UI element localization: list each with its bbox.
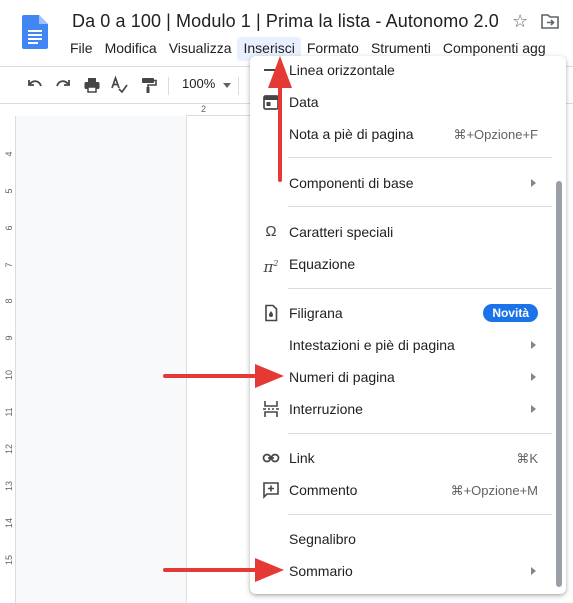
ruler-number: 13	[4, 480, 14, 491]
menu-item-label: Linea orizzontale	[289, 62, 395, 78]
horizontal-line-icon	[264, 69, 278, 71]
keyboard-shortcut: ⌘+Opzione+F	[453, 127, 538, 142]
add-comment-icon	[263, 482, 279, 499]
menu-item-equazione[interactable]: π2 Equazione	[250, 250, 566, 278]
ruler-number: 15	[4, 554, 14, 565]
paint-format-icon[interactable]	[139, 76, 157, 94]
menu-item-intestazioni-e-pie-di-pagina[interactable]: Intestazioni e piè di pagina	[250, 331, 566, 359]
menu-item-filigrana[interactable]: Filigrana Novità	[250, 299, 566, 327]
menu-item-linea-orizzontale[interactable]: Linea orizzontale	[250, 56, 566, 84]
vertical-ruler[interactable]: 4 5 6 7 8 9 10 11 12 13 14 15	[0, 116, 16, 603]
menu-visualizza[interactable]: Visualizza	[163, 37, 238, 61]
submenu-arrow-icon	[531, 179, 536, 187]
menu-item-label: Caratteri speciali	[289, 224, 394, 240]
menu-item-label: Interruzione	[289, 401, 363, 417]
menu-item-label: Filigrana	[289, 305, 343, 321]
menu-divider	[288, 206, 552, 207]
menu-divider	[288, 157, 552, 158]
menu-file[interactable]: File	[64, 37, 99, 61]
menu-scrollbar[interactable]	[556, 181, 562, 587]
print-icon[interactable]	[83, 76, 101, 94]
menu-item-numeri-di-pagina[interactable]: Numeri di pagina	[250, 363, 566, 391]
chevron-down-icon[interactable]	[223, 83, 231, 88]
menu-item-segnalibro[interactable]: Segnalibro	[250, 525, 566, 553]
menu-item-label: Componenti di base	[289, 175, 414, 191]
menu-item-caratteri-speciali[interactable]: Ω Caratteri speciali	[250, 218, 566, 246]
calendar-icon	[263, 95, 279, 110]
menu-divider	[288, 514, 552, 515]
ruler-number: 12	[4, 443, 14, 454]
submenu-arrow-icon	[531, 405, 536, 413]
toolbar-divider	[168, 77, 169, 95]
menu-item-label: Equazione	[289, 256, 356, 272]
menu-item-label: Nota a piè di pagina	[289, 126, 414, 142]
move-to-folder-icon[interactable]	[541, 13, 559, 29]
menu-modifica[interactable]: Modifica	[99, 37, 163, 61]
ruler-number: 11	[4, 407, 14, 417]
ruler-number: 5	[4, 188, 14, 194]
menu-item-data[interactable]: Data	[250, 88, 566, 116]
star-outline-icon[interactable]: ☆	[512, 11, 528, 32]
menu-divider	[288, 433, 552, 434]
ruler-number: 6	[4, 225, 14, 231]
ruler-number: 8	[4, 298, 14, 304]
menu-item-label: Segnalibro	[289, 531, 356, 547]
redo-icon[interactable]	[54, 76, 72, 94]
ruler-number: 7	[4, 262, 14, 268]
menu-item-interruzione[interactable]: Interruzione	[250, 395, 566, 423]
document-title[interactable]: Da 0 a 100 | Modulo 1 | Prima la lista -…	[72, 11, 499, 32]
google-docs-logo-icon[interactable]	[22, 15, 48, 49]
menu-item-label: Link	[289, 450, 315, 466]
menu-divider	[288, 288, 552, 289]
menu-item-label: Data	[289, 94, 319, 110]
submenu-arrow-icon	[531, 341, 536, 349]
ruler-number: 9	[4, 335, 14, 341]
toolbar-divider	[238, 77, 239, 95]
undo-icon[interactable]	[26, 76, 44, 94]
omega-icon: Ω	[265, 223, 277, 240]
menu-item-sommario[interactable]: Sommario	[250, 557, 566, 585]
menu-item-label: Commento	[289, 482, 358, 498]
insert-menu-dropdown: Linea orizzontale Data Nota a piè di pag…	[250, 56, 566, 594]
menu-item-label: Intestazioni e piè di pagina	[289, 337, 455, 353]
menu-item-link[interactable]: Link ⌘K	[250, 444, 566, 472]
keyboard-shortcut: ⌘K	[516, 451, 538, 466]
menu-item-commento[interactable]: Commento ⌘+Opzione+M	[250, 476, 566, 504]
submenu-arrow-icon	[531, 373, 536, 381]
ruler-number: 4	[4, 151, 14, 157]
ruler-number: 14	[4, 517, 14, 528]
zoom-select[interactable]: 100%	[182, 76, 215, 91]
ruler-number: 2	[201, 104, 207, 114]
menu-item-label: Numeri di pagina	[289, 369, 395, 385]
watermark-icon	[265, 304, 278, 322]
ruler-number: 10	[4, 369, 14, 380]
pi-squared-icon: π2	[263, 258, 279, 276]
new-badge: Novità	[483, 304, 538, 322]
menu-item-nota-a-pie-di-pagina[interactable]: Nota a piè di pagina ⌘+Opzione+F	[250, 120, 566, 148]
keyboard-shortcut: ⌘+Opzione+M	[450, 483, 538, 498]
menu-item-componenti-di-base[interactable]: Componenti di base	[250, 169, 566, 197]
submenu-arrow-icon	[531, 567, 536, 575]
menu-item-label: Sommario	[289, 563, 353, 579]
link-icon	[262, 453, 280, 463]
spellcheck-icon[interactable]	[110, 76, 128, 94]
page-break-icon	[263, 401, 279, 417]
